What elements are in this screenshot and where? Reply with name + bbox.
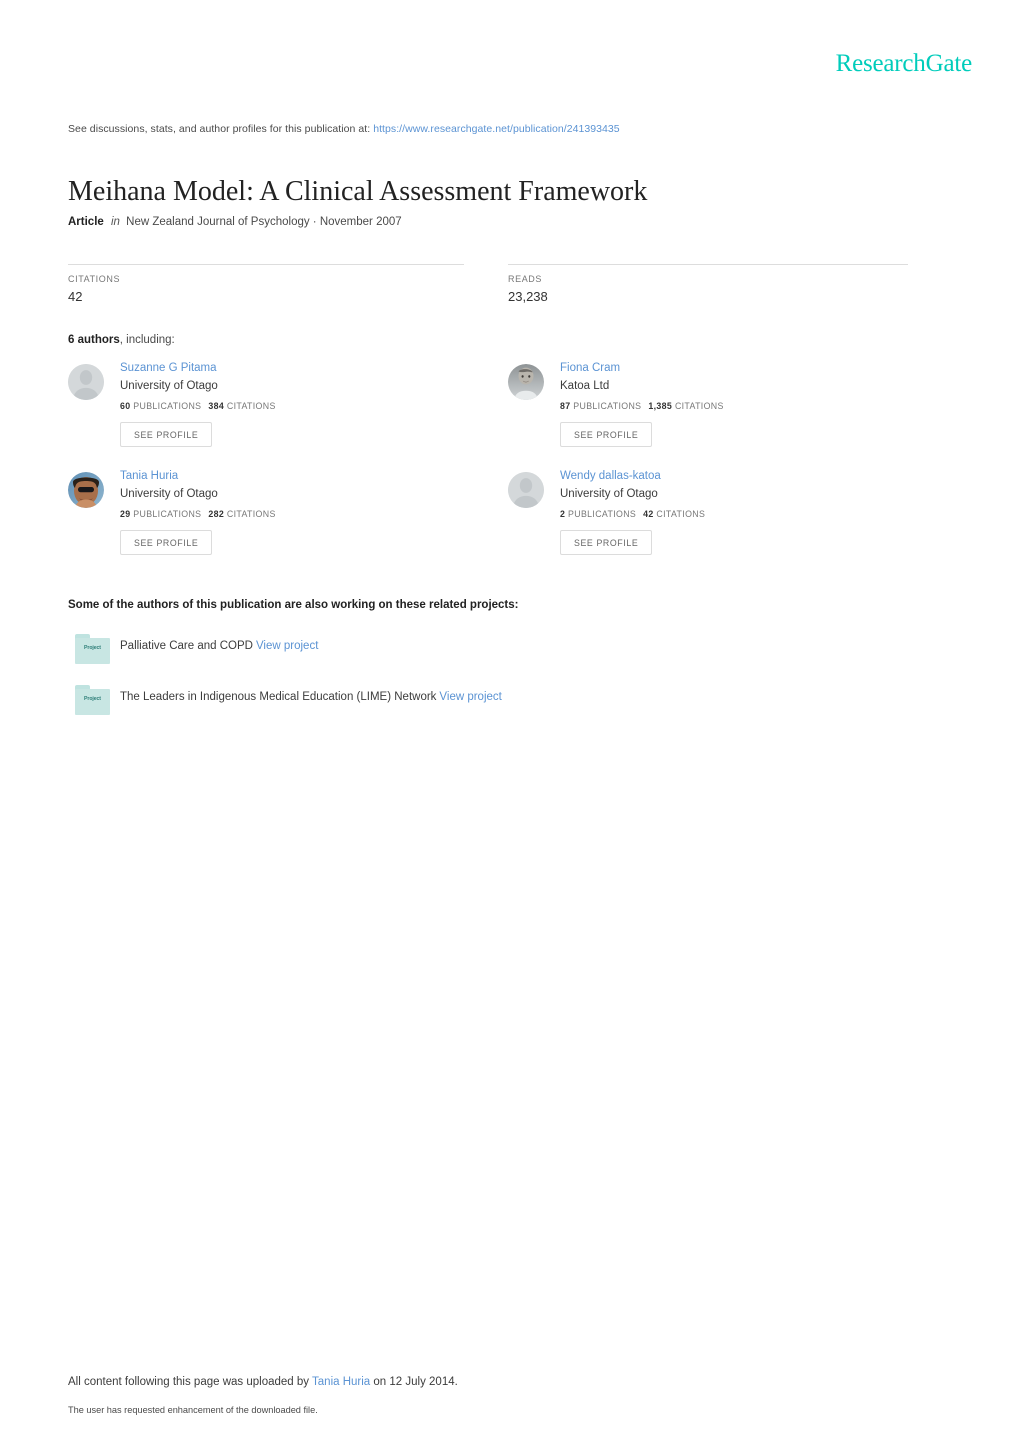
see-profile-button[interactable]: SEE PROFILE (560, 421, 653, 447)
citations-stat: CITATIONS 42 (68, 264, 464, 304)
author-publications-count: 2 (560, 508, 566, 519)
citations-label: CITATIONS (68, 274, 121, 284)
author-row: Tania Huria University of Otago 29 PUBLI… (68, 470, 952, 578)
author-citations-label: CITATIONS (226, 400, 276, 411)
author-card: Wendy dallas-katoa University of Otago 2… (508, 470, 928, 555)
see-profile-button[interactable]: SEE PROFILE (120, 529, 213, 555)
project-title: The Leaders in Indigenous Medical Educat… (120, 691, 437, 703)
author-citations-label: CITATIONS (674, 400, 724, 411)
author-publications-count: 87 (560, 400, 571, 411)
reads-value: 23,238 (508, 289, 548, 304)
author-citations-count: 282 (208, 508, 225, 519)
avatar (68, 364, 104, 400)
authors-heading: 6 authors, including: (68, 334, 175, 346)
upload-prefix-text: All content following this page was uplo… (68, 1376, 310, 1388)
reads-divider (508, 264, 908, 265)
author-publications-count: 29 (120, 508, 131, 519)
authors-grid: Suzanne G Pitama University of Otago 60 … (68, 362, 952, 578)
reads-label: READS (508, 274, 543, 284)
author-affiliation: University of Otago (560, 487, 658, 500)
page-title: Meihana Model: A Clinical Assessment Fra… (68, 175, 648, 207)
author-card: Fiona Cram Katoa Ltd 87 PUBLICATIONS 1,38… (508, 362, 928, 447)
project-title: Palliative Care and COPD (120, 640, 253, 652)
author-metrics: 2 PUBLICATIONS 42 CITATIONS (560, 509, 928, 519)
photo-avatar-icon (68, 472, 104, 508)
author-citations-count: 1,385 (648, 400, 673, 411)
author-card: Tania Huria University of Otago 29 PUBLI… (68, 470, 488, 555)
author-metrics: 87 PUBLICATIONS 1,385 CITATIONS (560, 401, 928, 411)
uploader-link[interactable]: Tania Huria (312, 1376, 370, 1388)
project-folder-label: Project (84, 696, 101, 702)
author-name-link[interactable]: Tania Huria (120, 470, 488, 484)
author-citations-label: CITATIONS (226, 508, 276, 519)
author-body: Fiona Cram Katoa Ltd 87 PUBLICATIONS 1,38… (560, 362, 928, 447)
see-profile-button[interactable]: SEE PROFILE (560, 529, 653, 555)
article-meta: Article in New Zealand Journal of Psycho… (68, 216, 402, 228)
article-venue-date: New Zealand Journal of Psychology · Nove… (126, 216, 402, 228)
author-publications-label: PUBLICATIONS (133, 508, 202, 519)
related-projects-list: Project Palliative Care and COPD View pro… (68, 634, 768, 736)
author-publications-label: PUBLICATIONS (568, 508, 637, 519)
author-publications-count: 60 (120, 400, 131, 411)
citations-divider (68, 264, 464, 265)
enhancement-note: The user has requested enhancement of th… (68, 1405, 318, 1415)
project-text: Palliative Care and COPD View project (120, 640, 318, 652)
publication-stats: CITATIONS 42 READS 23,238 (68, 264, 952, 314)
reads-stat: READS 23,238 (508, 264, 908, 304)
list-item: Project The Leaders in Indigenous Medica… (68, 685, 768, 736)
article-type-label: Article (68, 216, 104, 228)
author-citations-count: 384 (208, 400, 225, 411)
author-publications-label: PUBLICATIONS (133, 400, 202, 411)
upload-suffix-text: on 12 July 2014. (373, 1376, 458, 1388)
author-metrics: 60 PUBLICATIONS 384 CITATIONS (120, 401, 488, 411)
page-footer: All content following this page was uplo… (68, 1376, 952, 1415)
author-citations-count: 42 (643, 508, 654, 519)
authors-count: 6 authors (68, 334, 120, 346)
author-body: Suzanne G Pitama University of Otago 60 … (120, 362, 488, 447)
author-metrics: 29 PUBLICATIONS 282 CITATIONS (120, 509, 488, 519)
author-affiliation: University of Otago (120, 379, 218, 392)
project-folder-icon: Project (75, 685, 110, 715)
generic-avatar-icon (68, 364, 104, 400)
view-project-link[interactable]: View project (256, 640, 318, 652)
avatar (508, 364, 544, 400)
discussions-prefix-text: See discussions, stats, and author profi… (68, 123, 371, 135)
author-body: Tania Huria University of Otago 29 PUBLI… (120, 470, 488, 555)
author-affiliation: University of Otago (120, 487, 218, 500)
article-in-word: in (111, 216, 120, 228)
citations-value: 42 (68, 289, 83, 304)
list-item: Project Palliative Care and COPD View pro… (68, 634, 768, 685)
author-body: Wendy dallas-katoa University of Otago 2… (560, 470, 928, 555)
author-row: Suzanne G Pitama University of Otago 60 … (68, 362, 952, 470)
author-name-link[interactable]: Fiona Cram (560, 362, 928, 376)
view-project-link[interactable]: View project (439, 691, 501, 703)
author-name-link[interactable]: Suzanne G Pitama (120, 362, 488, 376)
author-card: Suzanne G Pitama University of Otago 60 … (68, 362, 488, 447)
project-folder-label: Project (84, 645, 101, 651)
project-folder-icon: Project (75, 634, 110, 664)
author-affiliation: Katoa Ltd (560, 379, 610, 392)
author-publications-label: PUBLICATIONS (573, 400, 642, 411)
researchgate-publication-page: ResearchGate See discussions, stats, and… (0, 0, 1020, 1441)
generic-avatar-icon (508, 472, 544, 508)
discussions-line: See discussions, stats, and author profi… (68, 123, 620, 135)
publication-url-link[interactable]: https://www.researchgate.net/publication… (373, 123, 620, 135)
researchgate-logo[interactable]: ResearchGate (836, 51, 973, 76)
project-text: The Leaders in Indigenous Medical Educat… (120, 691, 502, 703)
avatar (508, 472, 544, 508)
see-profile-button[interactable]: SEE PROFILE (120, 421, 213, 447)
avatar (68, 472, 104, 508)
related-projects-heading: Some of the authors of this publication … (68, 599, 519, 611)
author-name-link[interactable]: Wendy dallas-katoa (560, 470, 928, 484)
upload-attribution: All content following this page was uplo… (68, 1376, 952, 1388)
author-citations-label: CITATIONS (656, 508, 706, 519)
photo-avatar-icon (508, 364, 544, 400)
authors-including-text: , including: (119, 334, 175, 346)
